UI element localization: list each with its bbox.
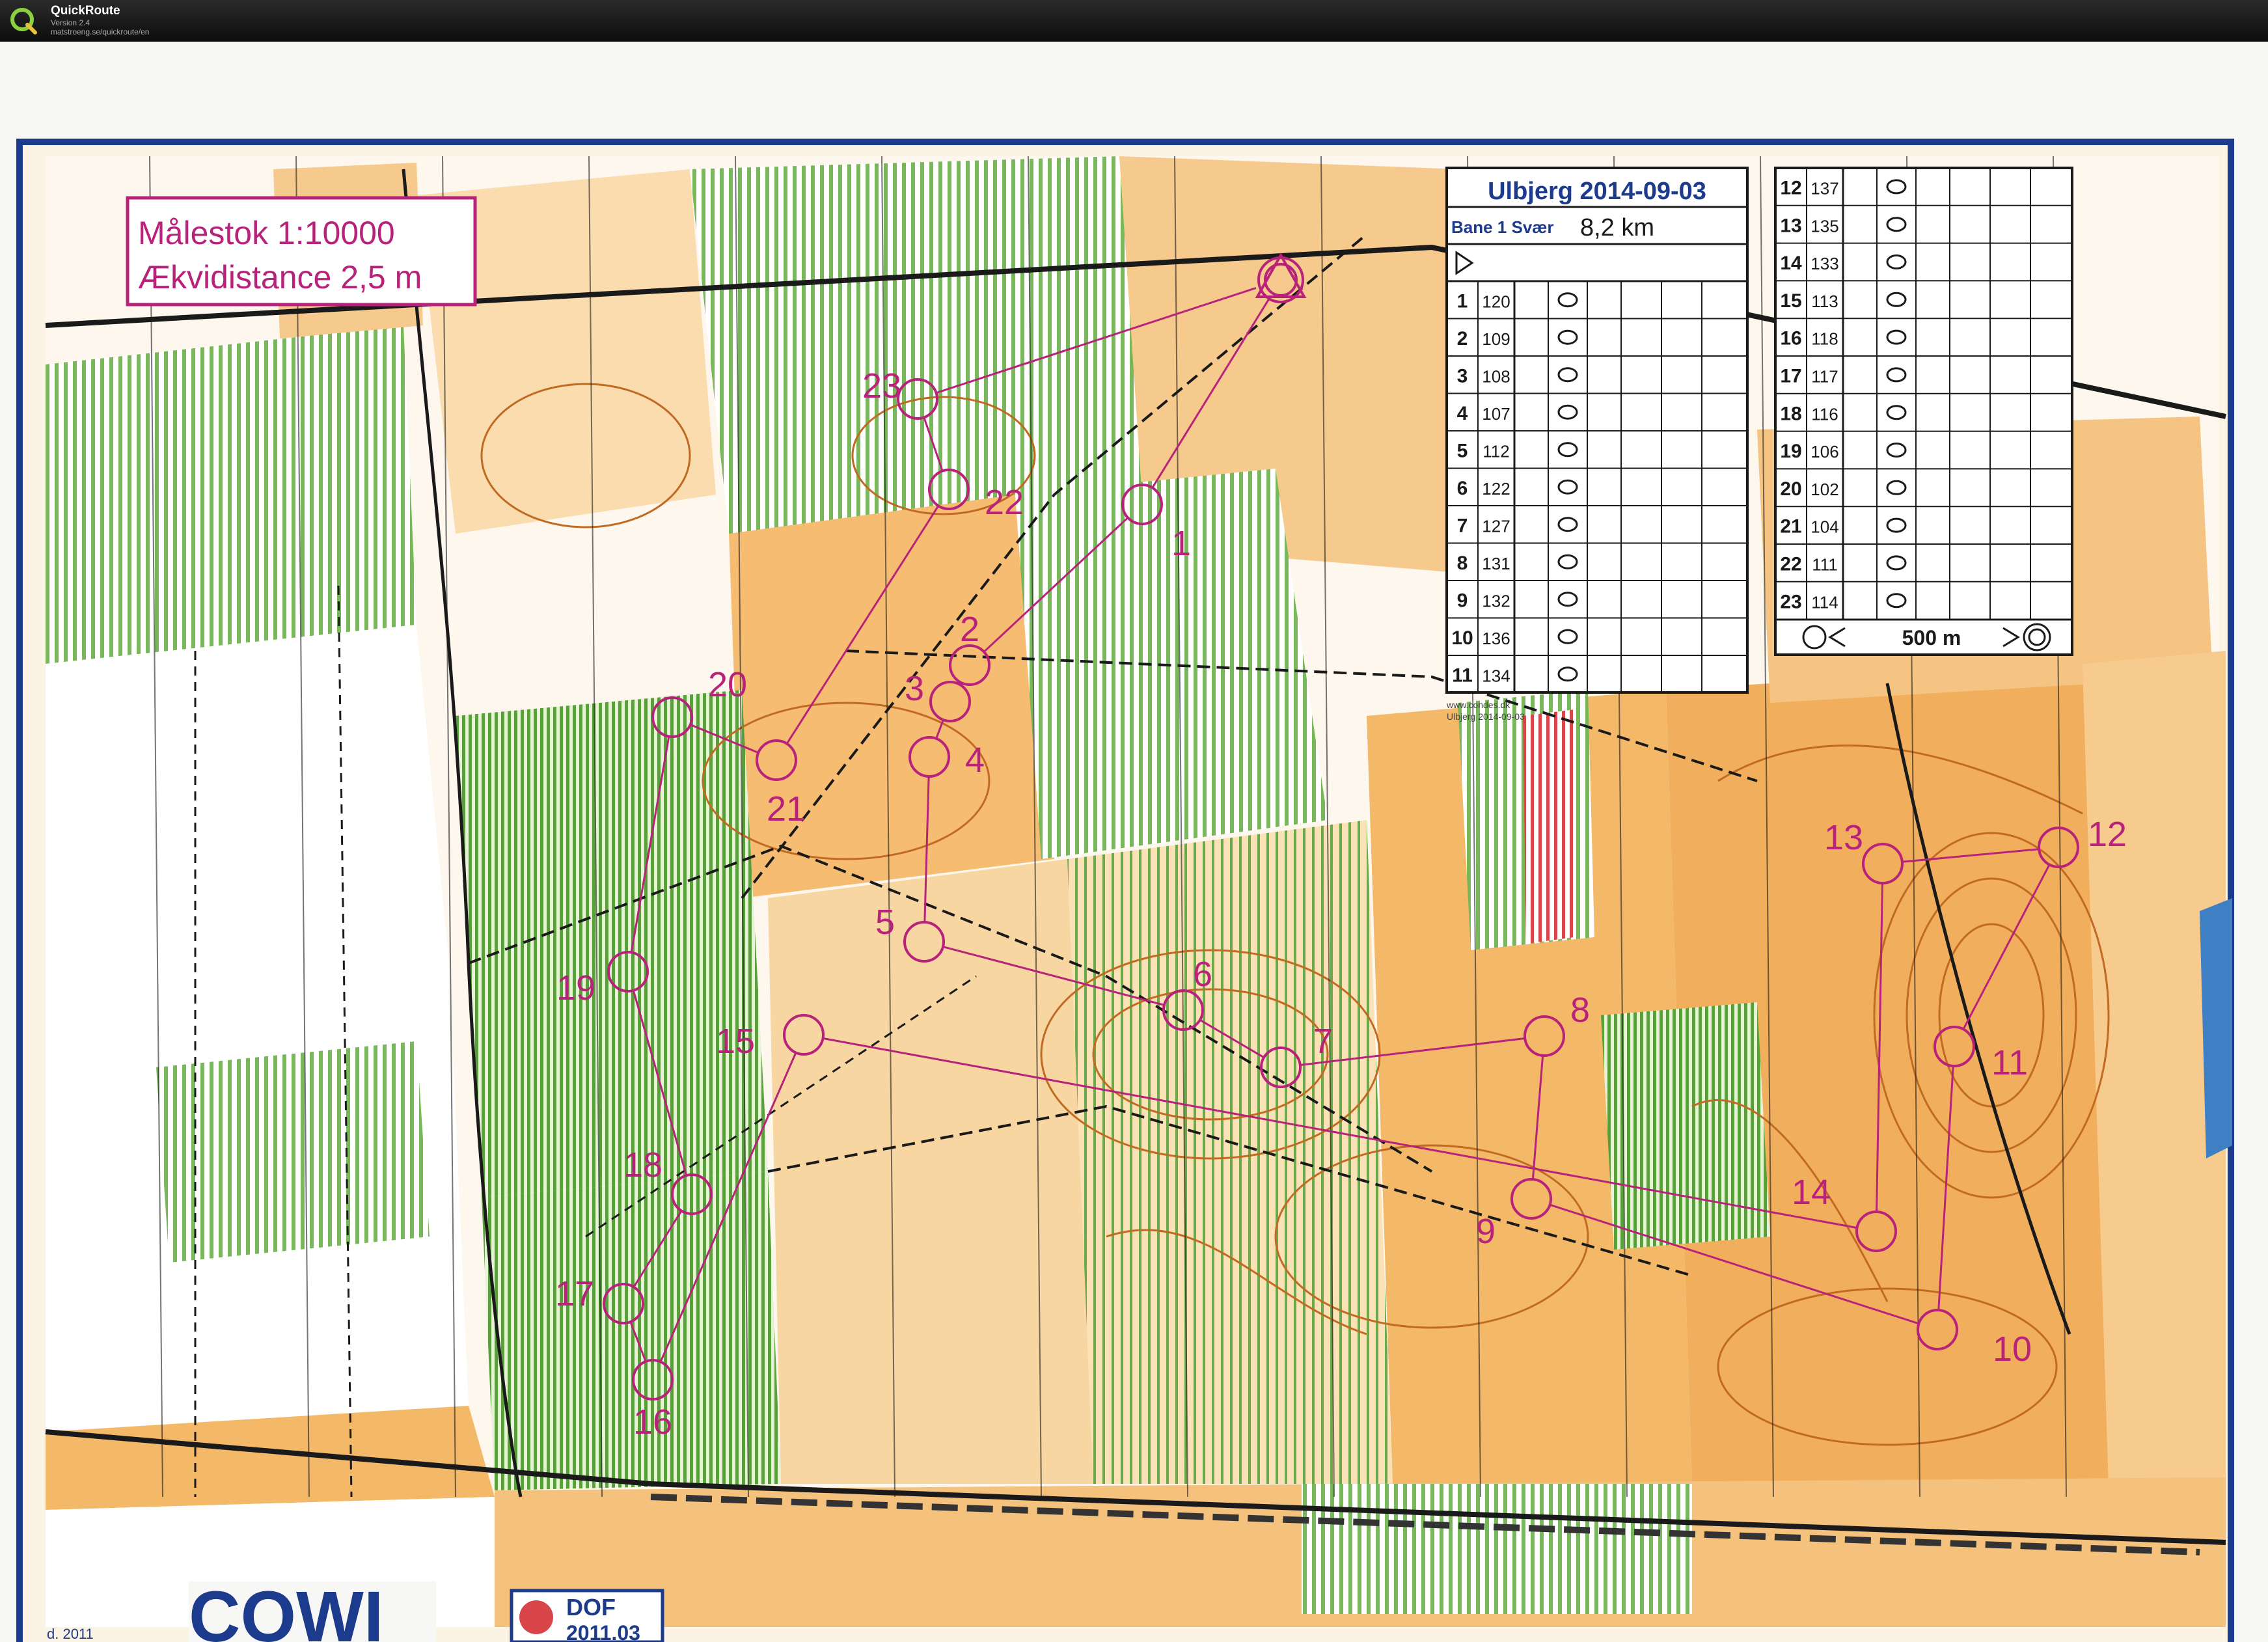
control-label-8: 8	[1570, 991, 1590, 1030]
description-number: 23	[1780, 591, 1801, 612]
description-code: 116	[1811, 404, 1838, 424]
control-label-17: 17	[555, 1274, 594, 1313]
description-code: 107	[1482, 404, 1510, 424]
description-code: 127	[1482, 516, 1510, 536]
scale-box: Målestok 1:10000 Ækvidistance 2,5 m	[126, 196, 477, 307]
description-code: 111	[1812, 554, 1838, 574]
description-code: 137	[1810, 178, 1838, 198]
course-length: 8,2 km	[1580, 214, 1654, 241]
description-number: 14	[1780, 253, 1802, 274]
control-label-19: 19	[556, 968, 595, 1007]
app-url: matstroeng.se/quickroute/en	[51, 27, 150, 36]
description-number: 8	[1457, 553, 1468, 574]
control-label-11: 11	[1991, 1043, 2028, 1082]
control-label-9: 9	[1476, 1212, 1496, 1251]
control-label-13: 13	[1824, 818, 1863, 857]
description-number: 22	[1780, 553, 1801, 575]
map-contour-text: Ækvidistance 2,5 m	[138, 259, 422, 295]
description-code: 117	[1811, 366, 1838, 386]
control-label-3: 3	[905, 669, 924, 708]
map-scale-text: Målestok 1:10000	[138, 215, 395, 251]
description-code: 108	[1482, 366, 1510, 386]
control-label-5: 5	[875, 903, 895, 942]
description-code: 114	[1811, 592, 1838, 612]
description-number: 1	[1457, 290, 1468, 312]
description-number: 17	[1780, 365, 1801, 387]
control-label-20: 20	[708, 665, 747, 704]
control-description-right: 12 137 13 135 14 133 15 113 16 118 17 117 18 116 19 106…	[1774, 167, 2073, 656]
description-number: 11	[1452, 664, 1473, 686]
description-code: 102	[1810, 480, 1838, 499]
description-code: 132	[1482, 591, 1510, 610]
description-code: 131	[1482, 554, 1510, 573]
control-label-2: 2	[960, 610, 979, 649]
description-code: 104	[1810, 517, 1838, 537]
control-label-22: 22	[985, 483, 1024, 522]
control-label-18: 18	[623, 1145, 663, 1184]
description-number: 20	[1780, 478, 1801, 500]
description-number: 18	[1780, 403, 1801, 424]
description-number: 7	[1457, 515, 1468, 536]
description-code: 135	[1810, 216, 1838, 236]
control-label-14: 14	[1792, 1173, 1831, 1212]
control-label-1: 1	[1171, 524, 1191, 563]
app-version: Version 2.4	[51, 18, 90, 27]
control-label-21: 21	[767, 789, 806, 828]
description-number: 4	[1457, 403, 1468, 424]
control-label-4: 4	[965, 741, 985, 780]
footer-condes: www.condes.dk	[1446, 700, 1510, 710]
control-label-10: 10	[1993, 1330, 2032, 1369]
control-label-7: 7	[1313, 1022, 1333, 1061]
description-code: 122	[1482, 479, 1510, 499]
description-number: 13	[1780, 215, 1801, 236]
description-code: 136	[1482, 629, 1510, 648]
description-code: 120	[1482, 292, 1510, 311]
description-number: 15	[1780, 290, 1801, 312]
description-number: 21	[1780, 516, 1801, 538]
description-code: 118	[1811, 329, 1838, 349]
description-code: 113	[1811, 292, 1838, 311]
dof-logo-icon	[519, 1600, 553, 1634]
description-code: 106	[1810, 442, 1838, 461]
control-label-6: 6	[1193, 955, 1212, 994]
control-label-12: 12	[2088, 815, 2127, 854]
control-description-left: Ulbjerg 2014-09-03 Bane 1 Svær 8,2 km 11…	[1445, 167, 1749, 694]
description-number: 3	[1457, 365, 1468, 387]
event-title: Ulbjerg 2014-09-03	[1488, 178, 1706, 205]
quickroute-logo-icon	[10, 8, 37, 34]
description-code: 134	[1482, 666, 1510, 685]
description-number: 10	[1451, 627, 1473, 649]
description-number: 5	[1457, 440, 1468, 461]
description-number: 2	[1457, 328, 1468, 349]
title-bar: QuickRoute Version 2.4 matstroeng.se/qui…	[0, 0, 2268, 42]
footer-event: Ulbjerg 2014-09-03	[1447, 711, 1525, 722]
app-title: QuickRoute	[51, 4, 120, 18]
cowi-logo-text: COWI	[189, 1577, 383, 1642]
description-number: 16	[1780, 328, 1801, 349]
print-year: d. 2011	[47, 1626, 94, 1642]
description-number: 6	[1457, 478, 1468, 499]
finish-distance: 500 m	[1902, 626, 1961, 650]
description-number: 19	[1780, 441, 1801, 462]
description-code: 109	[1482, 329, 1510, 349]
description-code: 112	[1482, 441, 1509, 461]
course-name: Bane 1 Svær	[1451, 217, 1554, 237]
control-label-15: 15	[716, 1022, 755, 1061]
control-label-23: 23	[862, 366, 901, 405]
description-number: 9	[1457, 590, 1468, 611]
dof-label: DOF	[566, 1594, 616, 1621]
control-label-16: 16	[633, 1403, 672, 1442]
description-number: 12	[1780, 177, 1801, 198]
orienteering-map[interactable]: Målestok 1:10000 Ækvidistance 2,5 m 1234…	[0, 42, 2268, 1642]
dof-date: 2011.03	[566, 1621, 640, 1642]
description-code: 133	[1810, 254, 1838, 273]
